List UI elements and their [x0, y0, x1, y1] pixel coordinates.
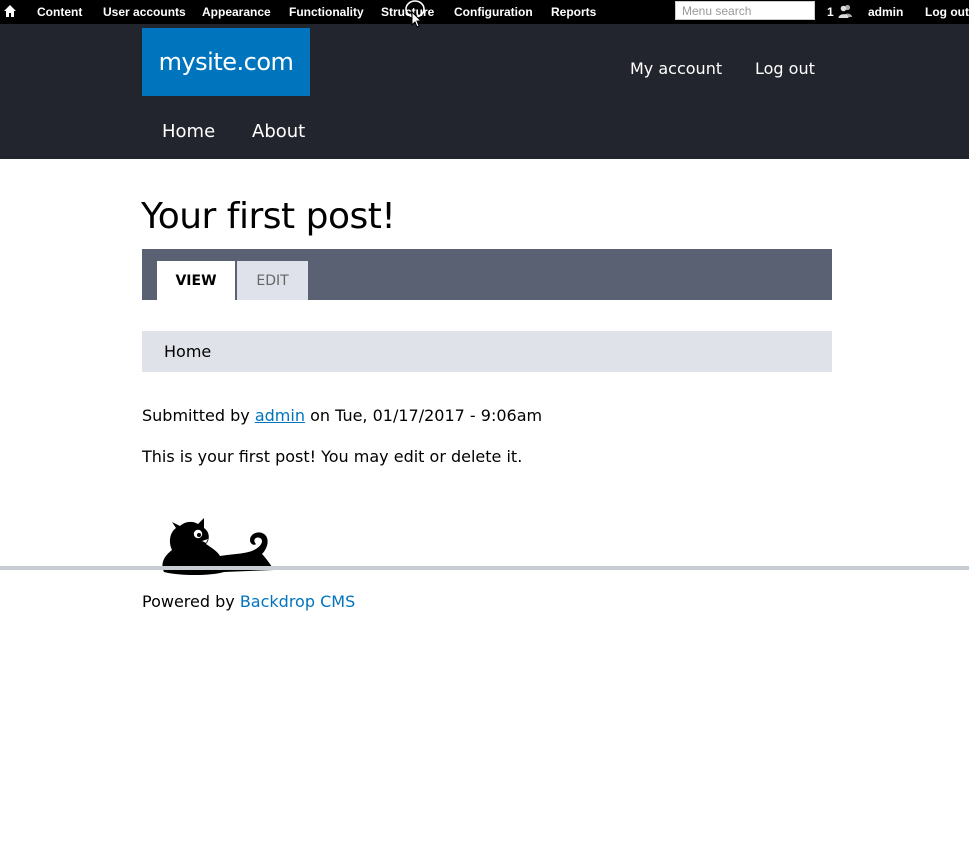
tab-view[interactable]: View — [157, 261, 235, 300]
admin-menu-configuration[interactable]: Configuration — [454, 5, 533, 19]
breadcrumb: Home — [142, 331, 832, 372]
admin-toolbar: Content User accounts Appearance Functio… — [0, 0, 969, 24]
site-logo[interactable]: mysite.com — [142, 28, 310, 96]
admin-menu-functionality[interactable]: Functionality — [289, 5, 364, 19]
tab-edit[interactable]: Edit — [237, 261, 308, 300]
tabs-bar: View Edit — [142, 249, 832, 300]
my-account-link[interactable]: My account — [630, 59, 722, 78]
submitted-date: on Tue, 01/17/2017 - 9:06am — [310, 406, 543, 425]
footer-divider — [0, 566, 969, 570]
breadcrumb-home-link[interactable]: Home — [164, 342, 211, 361]
page-title: Your first post! — [141, 196, 396, 237]
online-users-count: 1 — [827, 5, 834, 19]
menu-search-input[interactable] — [675, 1, 815, 20]
powered-by: Powered by Backdrop CMS — [142, 592, 355, 611]
header-logout-link[interactable]: Log out — [755, 59, 815, 78]
home-icon[interactable] — [3, 4, 17, 18]
nav-item-about[interactable]: About — [252, 121, 305, 142]
admin-menu-appearance[interactable]: Appearance — [202, 5, 271, 19]
admin-menu-structure[interactable]: Structure — [381, 5, 434, 19]
site-header: mysite.com My account Log out Home About — [0, 24, 969, 159]
backdrop-cms-link[interactable]: Backdrop CMS — [240, 592, 355, 611]
admin-menu-content[interactable]: Content — [37, 5, 82, 19]
admin-logout-link[interactable]: Log out — [925, 5, 969, 19]
powered-prefix: Powered by — [142, 592, 235, 611]
nav-item-home[interactable]: Home — [162, 121, 215, 142]
admin-account-link[interactable]: admin — [868, 5, 903, 19]
submitted-prefix: Submitted by — [142, 406, 250, 425]
users-icon[interactable] — [838, 4, 853, 18]
post-body: This is your first post! You may edit or… — [142, 447, 523, 466]
admin-menu-reports[interactable]: Reports — [551, 5, 596, 19]
submitted-info: Submitted by admin on Tue, 01/17/2017 - … — [142, 406, 542, 425]
admin-menu-user-accounts[interactable]: User accounts — [103, 5, 186, 19]
author-link[interactable]: admin — [255, 406, 305, 425]
